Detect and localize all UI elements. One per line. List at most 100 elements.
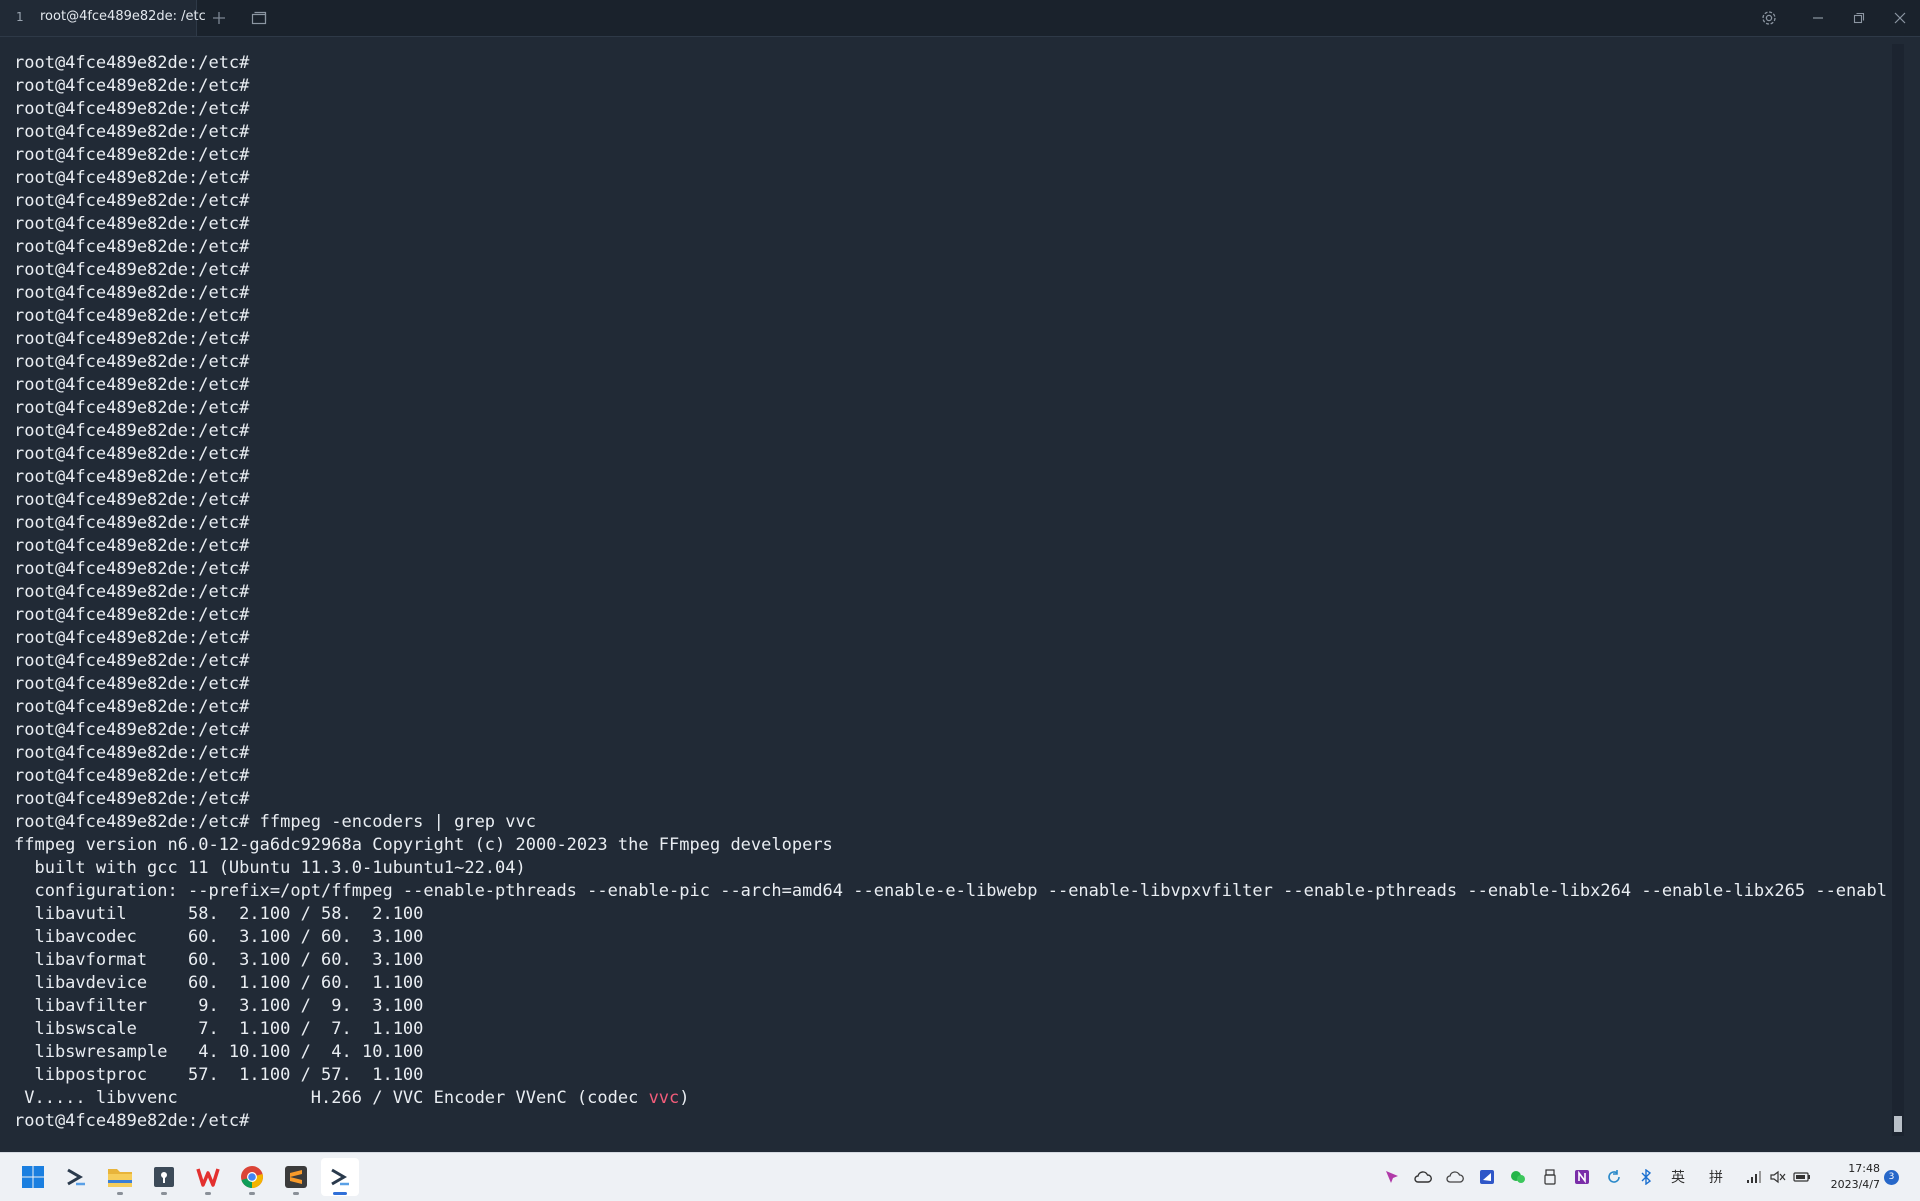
gear-icon xyxy=(1762,11,1776,25)
prompt-line: root@4fce489e82de:/etc# xyxy=(14,260,250,280)
taskbar-chrome[interactable] xyxy=(233,1158,271,1196)
taskbar-wps-office[interactable] xyxy=(189,1158,227,1196)
ime-language[interactable]: 英 xyxy=(1668,1166,1688,1188)
output-line: libpostproc 57. 1.100 / 57. 1.100 xyxy=(14,1065,424,1085)
usb-icon xyxy=(1544,1169,1556,1185)
prompt-line: root@4fce489e82de:/etc# xyxy=(14,76,250,96)
current-prompt: root@4fce489e82de:/etc# xyxy=(14,1111,250,1131)
file-explorer-icon xyxy=(108,1169,132,1187)
running-indicator xyxy=(293,1192,299,1195)
terminal-active-icon xyxy=(331,1168,349,1186)
terminal-output[interactable]: root@4fce489e82de:/etc# root@4fce489e82de… xyxy=(14,52,1886,1134)
ime-mode[interactable]: 拼 xyxy=(1706,1166,1726,1188)
tray-volume[interactable] xyxy=(1768,1166,1788,1188)
title-bar: 1 root@4fce489e82de: /etc xyxy=(0,0,1920,37)
minimize-icon xyxy=(1813,17,1823,19)
taskbar-terminal-active[interactable] xyxy=(321,1158,359,1196)
grep-match-highlight: vvc xyxy=(648,1088,680,1108)
output-line: libavfilter 9. 3.100 / 9. 3.100 xyxy=(14,996,424,1016)
chrome-icon xyxy=(241,1166,263,1188)
encoder-prefix: V..... libvvenc H.266 / VVC Encoder VVen… xyxy=(14,1088,649,1108)
settings-button[interactable] xyxy=(1754,5,1784,31)
prompt-line: root@4fce489e82de:/etc# xyxy=(14,513,250,533)
prompt-line: root@4fce489e82de:/etc# xyxy=(14,444,250,464)
tab-terminal[interactable]: 1 root@4fce489e82de: /etc xyxy=(0,0,206,36)
prompt-line: root@4fce489e82de:/etc# xyxy=(14,559,250,579)
prompt-line: root@4fce489e82de:/etc# xyxy=(14,283,250,303)
refresh-icon xyxy=(1608,1170,1620,1183)
taskbar-sublime-text[interactable] xyxy=(277,1158,315,1196)
command-line: root@4fce489e82de:/etc# ffmpeg -encoders… xyxy=(14,812,536,832)
start-button[interactable] xyxy=(14,1158,52,1196)
taskbar-keepass[interactable] xyxy=(145,1158,183,1196)
keepass-icon xyxy=(154,1167,174,1187)
tray-onedrive[interactable] xyxy=(1445,1166,1465,1188)
tray-battery[interactable] xyxy=(1792,1166,1812,1188)
encoder-suffix: ) xyxy=(679,1088,690,1108)
tray-vscode[interactable] xyxy=(1477,1166,1497,1188)
tray-wechat[interactable] xyxy=(1508,1166,1528,1188)
prompt-line: root@4fce489e82de:/etc# xyxy=(14,536,250,556)
clock-time: 17:48 xyxy=(1848,1162,1880,1175)
vscode-icon xyxy=(1480,1170,1494,1184)
output-line: libavcodec 60. 3.100 / 60. 3.100 xyxy=(14,927,424,947)
notification-badge[interactable]: 3 xyxy=(1884,1170,1899,1185)
tabs-overview-button[interactable] xyxy=(244,5,274,31)
output-line: configuration: --prefix=/opt/ffmpeg --en… xyxy=(14,881,1886,901)
tray-usb[interactable] xyxy=(1540,1166,1560,1188)
prompt-line: root@4fce489e82de:/etc# xyxy=(14,168,250,188)
volume-muted-icon xyxy=(1770,1170,1786,1184)
output-line: libavutil 58. 2.100 / 58. 2.100 xyxy=(14,904,424,924)
output-line: built with gcc 11 (Ubuntu 11.3.0-1ubuntu… xyxy=(14,858,526,878)
network-icon xyxy=(1747,1171,1761,1183)
prompt-line: root@4fce489e82de:/etc# xyxy=(14,766,250,786)
prompt-line: root@4fce489e82de:/etc# xyxy=(14,467,250,487)
prompt-history: root@4fce489e82de:/etc# root@4fce489e82de… xyxy=(14,52,1886,811)
prompt-line: root@4fce489e82de:/etc# xyxy=(14,214,250,234)
system-clock[interactable]: 17:48 2023/4/7 xyxy=(1824,1161,1880,1193)
pen-icon xyxy=(1386,1171,1398,1183)
tray-cloud-sync[interactable] xyxy=(1413,1166,1433,1188)
prompt-line: root@4fce489e82de:/etc# xyxy=(14,789,250,809)
scrollbar-thumb[interactable] xyxy=(1894,1116,1902,1132)
restore-icon xyxy=(1853,12,1865,24)
restore-button[interactable] xyxy=(1844,5,1874,31)
prompt-line: root@4fce489e82de:/etc# xyxy=(14,53,250,73)
close-button[interactable] xyxy=(1885,5,1915,31)
battery-icon xyxy=(1793,1172,1810,1182)
onenote-icon xyxy=(1575,1170,1589,1184)
output-line: ffmpeg version n6.0-12-ga6dc92968a Copyr… xyxy=(14,835,833,855)
wechat-icon xyxy=(1511,1171,1525,1183)
windows-start-icon xyxy=(22,1166,44,1188)
close-icon xyxy=(1894,12,1906,24)
terminal-scrollbar[interactable] xyxy=(1892,44,1904,1136)
output-line: libavformat 60. 3.100 / 60. 3.100 xyxy=(14,950,424,970)
tray-bluetooth[interactable] xyxy=(1636,1166,1656,1188)
tray-onenote[interactable] xyxy=(1572,1166,1592,1188)
output-line: libavdevice 60. 1.100 / 60. 1.100 xyxy=(14,973,424,993)
encoder-line: V..... libvvenc H.266 / VVC Encoder VVen… xyxy=(14,1087,1886,1110)
taskbar-file-explorer[interactable] xyxy=(101,1158,139,1196)
tray-refresh[interactable] xyxy=(1604,1166,1624,1188)
terminal-icon xyxy=(67,1168,85,1186)
running-indicator xyxy=(161,1192,167,1195)
prompt-line: root@4fce489e82de:/etc# xyxy=(14,743,250,763)
tray-network[interactable] xyxy=(1744,1166,1764,1188)
taskbar: 英 拼 17:48 2023/4/7 3 xyxy=(0,1152,1920,1201)
prompt-line: root@4fce489e82de:/etc# xyxy=(14,697,250,717)
prompt-line: root@4fce489e82de:/etc# xyxy=(14,375,250,395)
bluetooth-icon xyxy=(1641,1169,1652,1185)
prompt-line: root@4fce489e82de:/etc# xyxy=(14,306,250,326)
prompt-line: root@4fce489e82de:/etc# xyxy=(14,145,250,165)
prompt-line: root@4fce489e82de:/etc# xyxy=(14,191,250,211)
clock-date: 2023/4/7 xyxy=(1830,1178,1880,1191)
sublime-text-icon xyxy=(285,1166,307,1188)
prompt-line: root@4fce489e82de:/etc# xyxy=(14,674,250,694)
new-tab-button[interactable] xyxy=(204,5,234,31)
prompt-line: root@4fce489e82de:/etc# xyxy=(14,490,250,510)
taskbar-terminal[interactable] xyxy=(57,1158,95,1196)
tab-index: 1 xyxy=(16,10,24,24)
prompt-line: root@4fce489e82de:/etc# xyxy=(14,352,250,372)
tray-pen[interactable] xyxy=(1382,1166,1402,1188)
minimize-button[interactable] xyxy=(1803,5,1833,31)
